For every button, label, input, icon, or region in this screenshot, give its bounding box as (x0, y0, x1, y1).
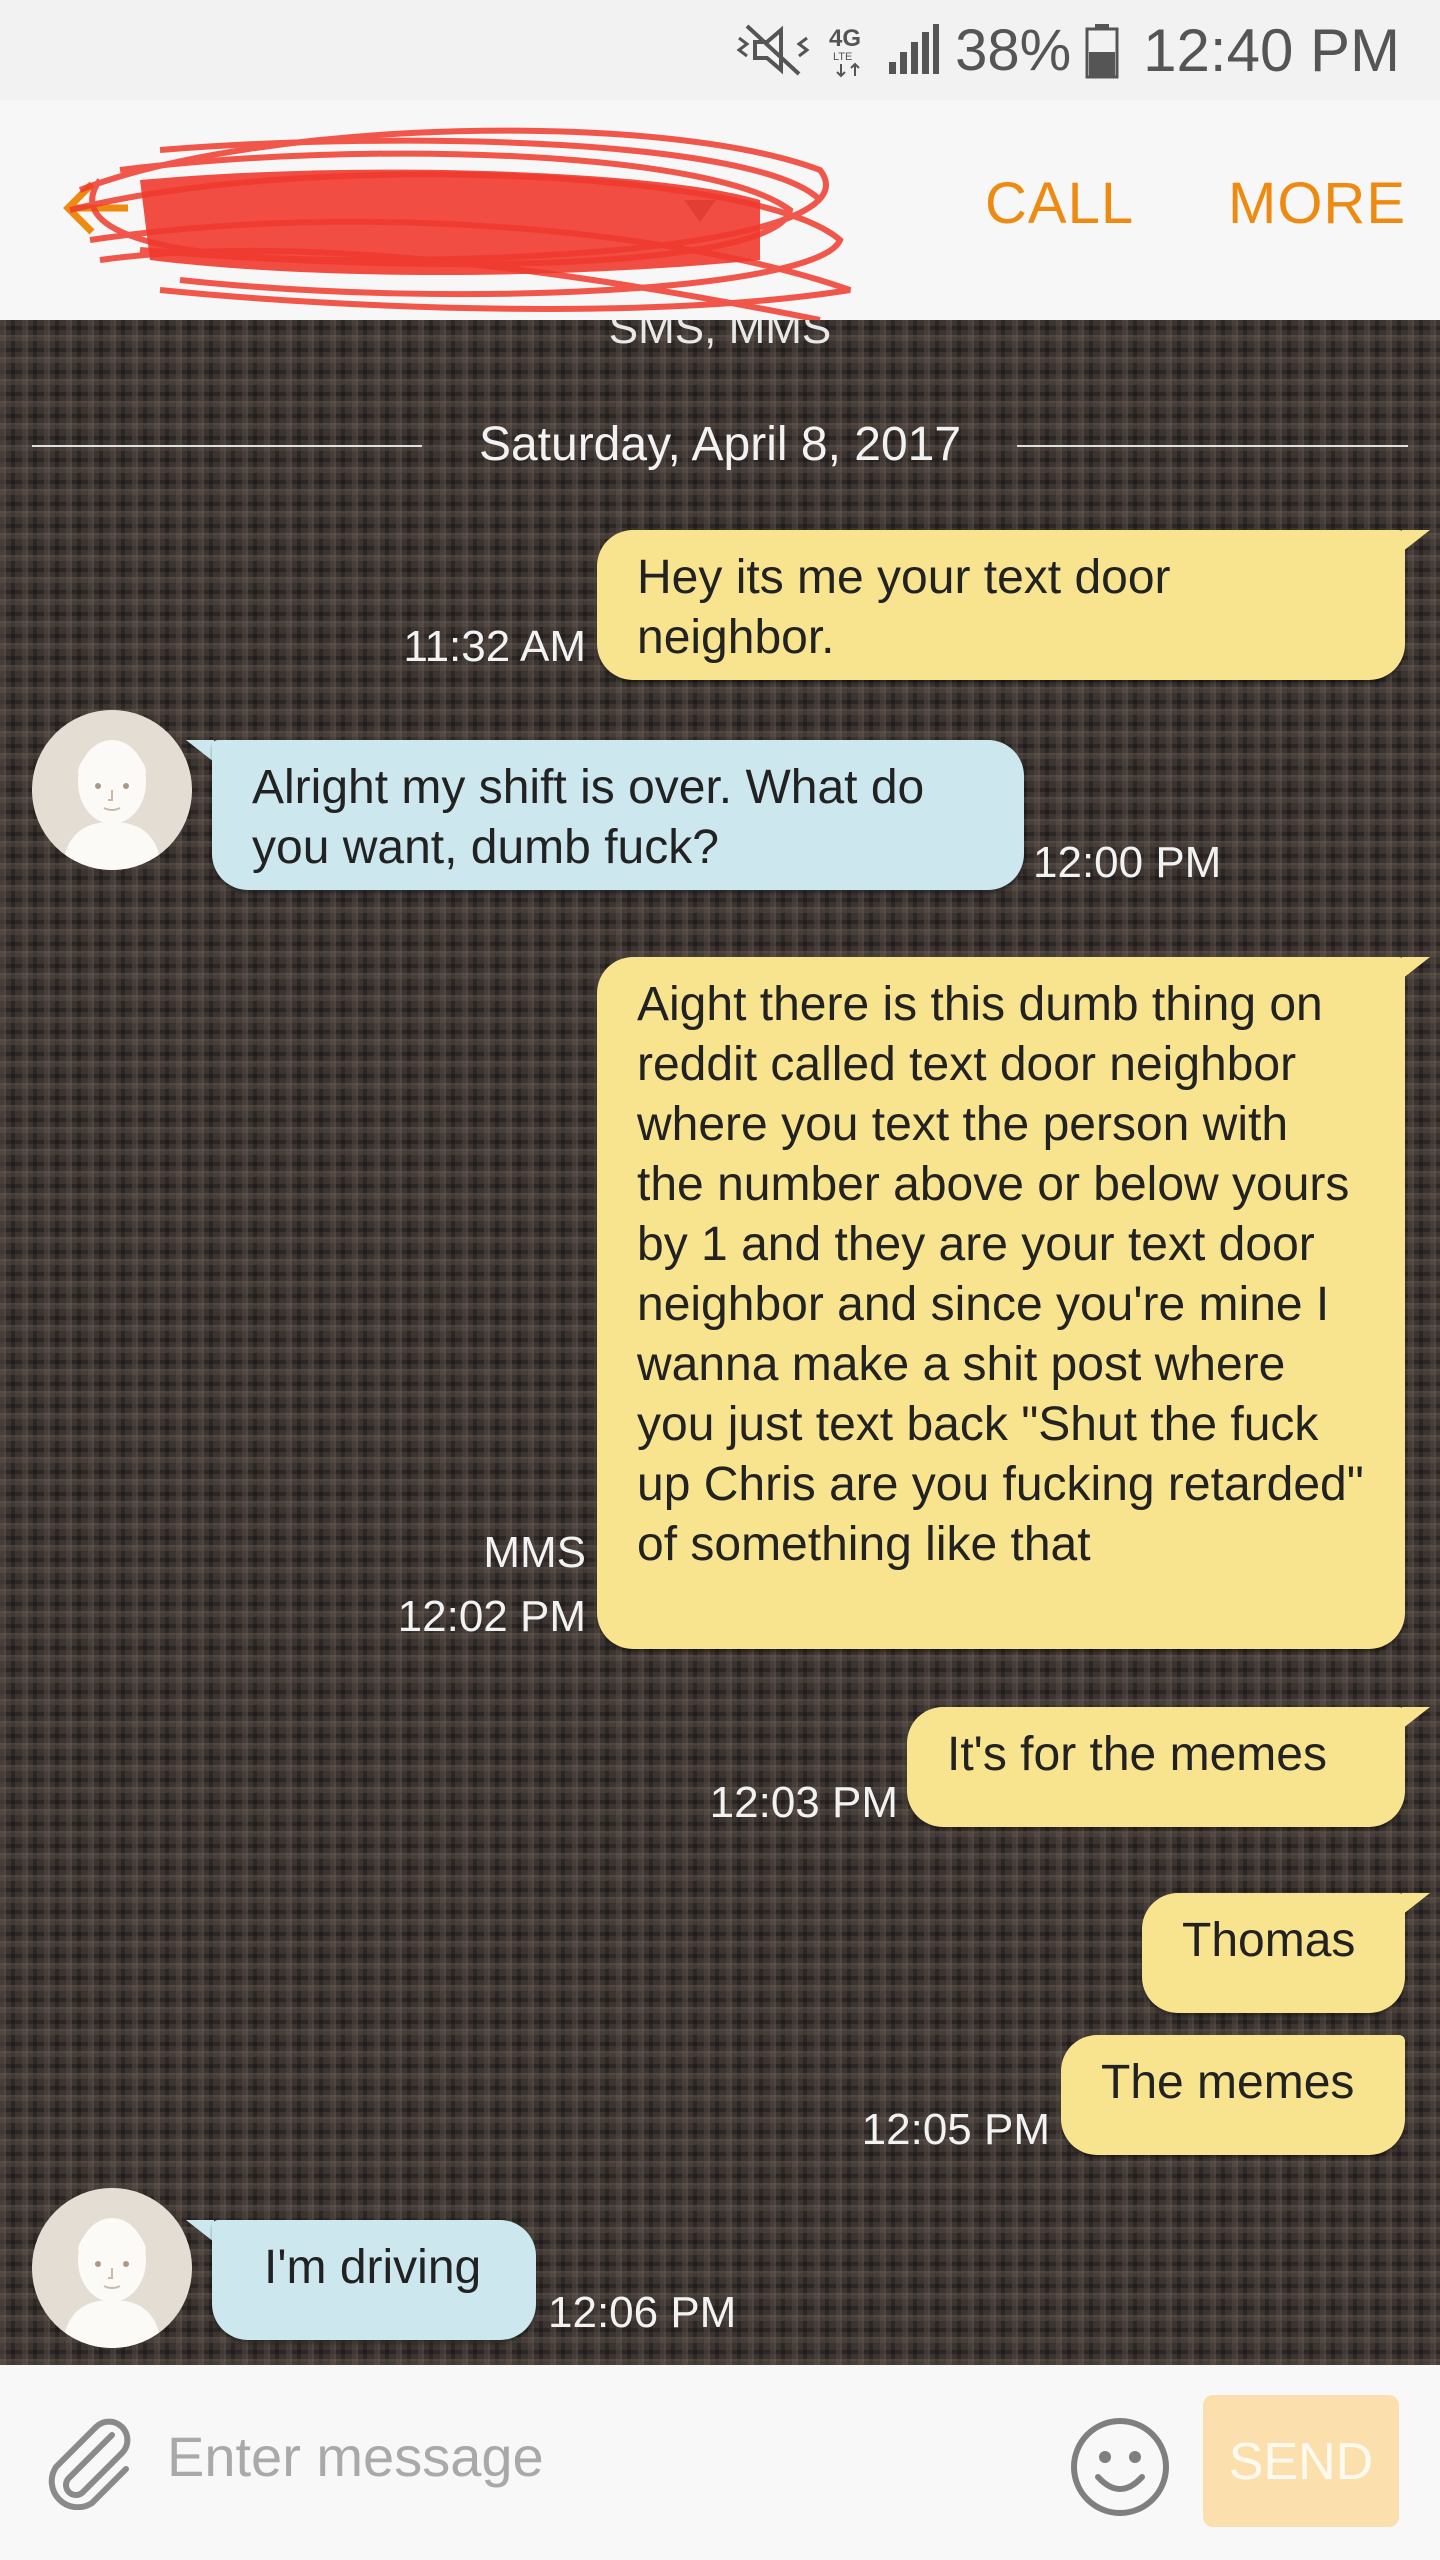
message-input[interactable] (165, 2410, 1029, 2502)
paperclip-icon[interactable] (42, 2415, 137, 2510)
message-text: Hey its me your text door neighbor. (637, 551, 1171, 664)
contact-avatar[interactable] (32, 710, 192, 870)
message-text: The memes (1101, 2056, 1355, 2109)
message-time: 12:06 PM (548, 2288, 737, 2337)
bubble-tail (1402, 530, 1430, 552)
person-icon (32, 2188, 192, 2348)
incoming-message-bubble[interactable]: I'm driving (212, 2220, 536, 2340)
emoji-icon[interactable] (1068, 2415, 1172, 2519)
message-text: Alright my shift is over. What do you wa… (252, 761, 925, 874)
bubble-tail (186, 740, 214, 762)
battery-icon (1085, 24, 1119, 79)
outgoing-message-bubble[interactable]: Aight there is this dumb thing on reddit… (597, 957, 1405, 1649)
status-time: 12:40 PM (1143, 16, 1400, 84)
battery-percent: 38% (955, 17, 1072, 83)
message-composer: SEND (0, 2365, 1440, 2560)
bubble-tail (1402, 1707, 1430, 1729)
message-time: 12:05 PM (861, 2105, 1050, 2154)
outgoing-message-bubble[interactable]: It's for the memes (907, 1707, 1405, 1827)
more-button[interactable]: MORE (1228, 170, 1406, 237)
message-text: Aight there is this dumb thing on reddit… (637, 978, 1364, 1571)
incoming-message-bubble[interactable]: Alright my shift is over. What do you wa… (212, 740, 1024, 890)
person-icon (32, 710, 192, 870)
redaction-scribble (69, 127, 851, 323)
status-bar: 4G LTE 38% 12:40 PM (0, 0, 1440, 100)
message-text: I'm driving (264, 2241, 482, 2294)
date-separator: Saturday, April 8, 2017 (32, 415, 1408, 475)
bubble-tail (1402, 957, 1430, 979)
send-button[interactable]: SEND (1203, 2395, 1399, 2527)
network-4g-icon: 4G LTE (829, 25, 861, 78)
app-bar: CALL MORE (0, 100, 1440, 323)
message-type-subtitle: SMS, MMS (608, 320, 832, 353)
outgoing-message-bubble[interactable]: The memes (1061, 2035, 1405, 2155)
message-time: 12:00 PM (1033, 838, 1222, 887)
mute-icon (736, 24, 810, 76)
conversation-area[interactable]: SMS, MMS Saturday, April 8, 2017 11:32 A… (0, 320, 1440, 2365)
date-label: Saturday, April 8, 2017 (478, 418, 962, 471)
svg-text:LTE: LTE (833, 51, 852, 63)
bubble-tail (186, 2220, 214, 2242)
call-button[interactable]: CALL (985, 170, 1134, 237)
network-4g-label: 4G (829, 25, 861, 52)
signal-icon (889, 24, 940, 74)
contact-avatar[interactable] (32, 2188, 192, 2348)
outgoing-message-bubble[interactable]: Hey its me your text door neighbor. (597, 530, 1405, 680)
message-time: 12:02 PM (397, 1592, 586, 1641)
outgoing-message-bubble[interactable]: Thomas (1142, 1893, 1405, 2013)
bubble-tail (1402, 1893, 1430, 1915)
message-type-label: MMS (483, 1528, 586, 1577)
message-text: Thomas (1182, 1914, 1356, 1967)
message-text: It's for the memes (947, 1728, 1327, 1781)
message-time: 12:03 PM (709, 1778, 898, 1827)
message-time: 11:32 AM (403, 622, 586, 671)
